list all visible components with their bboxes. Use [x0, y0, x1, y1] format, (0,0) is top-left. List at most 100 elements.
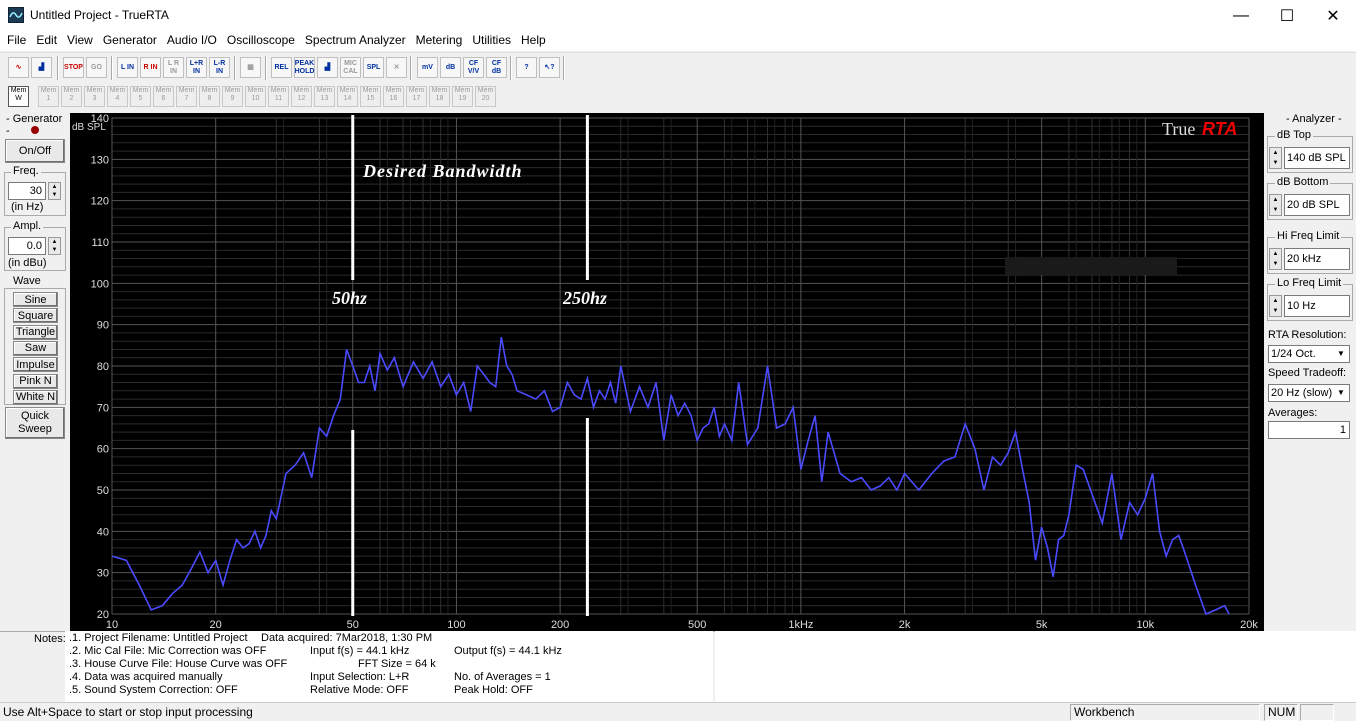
- toolbar-separator: [510, 56, 512, 80]
- spectrum-graph[interactable]: 140 130 120 110 100 90 80 70 60 50 40 30 20 dB SPL 10 2…: [70, 113, 1264, 631]
- mem-prefix: Mem: [40, 87, 57, 94]
- cancel-x-icon[interactable]: ✕: [386, 57, 407, 78]
- averages-input[interactable]: 1: [1268, 421, 1350, 439]
- notes-text-area[interactable]: .1. Project Filename: Untitled Project .2…: [65, 631, 713, 702]
- spin-down-icon[interactable]: ▼: [1273, 261, 1279, 267]
- l-r-in-button[interactable]: L R IN: [163, 57, 184, 78]
- mem-slot-10-button[interactable]: Mem 10: [245, 86, 266, 107]
- spin-up-icon[interactable]: ▲: [1273, 298, 1279, 304]
- spin-up-icon[interactable]: ▲: [52, 184, 58, 190]
- spin-down-icon[interactable]: ▼: [1273, 160, 1279, 166]
- right-in-button[interactable]: R IN: [140, 57, 161, 78]
- mem-slot-13-button[interactable]: Mem 13: [314, 86, 335, 107]
- mem-slot-8-button[interactable]: Mem 8: [199, 86, 220, 107]
- go-icon[interactable]: GO: [86, 57, 107, 78]
- spin-down-icon[interactable]: ▼: [52, 192, 58, 198]
- wave-impulse-button[interactable]: Impulse: [13, 357, 58, 373]
- mem-slot-9-button[interactable]: Mem 9: [222, 86, 243, 107]
- menu-spectrum-analyzer[interactable]: Spectrum Analyzer: [301, 31, 412, 51]
- mem-slot-20-button[interactable]: Mem 20: [475, 86, 496, 107]
- menu-edit[interactable]: Edit: [32, 31, 63, 51]
- mem-slot-7-button[interactable]: Mem 7: [176, 86, 197, 107]
- spin-up-icon[interactable]: ▲: [1273, 150, 1279, 156]
- spectrum-bars-icon[interactable]: ▟: [31, 57, 52, 78]
- wave-sine-button[interactable]: Sine: [13, 292, 58, 307]
- hi-freq-spinner[interactable]: ▲ ▼: [1269, 248, 1282, 270]
- wave-square-button[interactable]: Square: [13, 308, 58, 324]
- mem-slot-15-button[interactable]: Mem 15: [360, 86, 381, 107]
- spin-down-icon[interactable]: ▼: [1273, 207, 1279, 213]
- db-button[interactable]: dB: [440, 57, 461, 78]
- maximize-button[interactable]: ☐: [1264, 0, 1310, 31]
- mem-slot-label: 5: [138, 95, 143, 102]
- mem-slot-4-button[interactable]: Mem 4: [107, 86, 128, 107]
- spectrum-bar-icon[interactable]: ▟: [317, 57, 338, 78]
- freq-spinner[interactable]: ▲ ▼: [48, 182, 61, 200]
- menu-metering[interactable]: Metering: [412, 31, 469, 51]
- spin-up-icon[interactable]: ▲: [1273, 197, 1279, 203]
- spin-down-icon[interactable]: ▼: [1273, 308, 1279, 314]
- menu-oscilloscope[interactable]: Oscilloscope: [223, 31, 301, 51]
- spin-down-icon[interactable]: ▼: [52, 247, 58, 253]
- db-bottom-spinner[interactable]: ▲ ▼: [1269, 194, 1282, 216]
- mem-slot-17-button[interactable]: Mem 17: [406, 86, 427, 107]
- left-in-button[interactable]: L IN: [117, 57, 138, 78]
- mem-slot-16-button[interactable]: Mem 16: [383, 86, 404, 107]
- close-button[interactable]: ✕: [1310, 0, 1356, 31]
- minimize-button[interactable]: —: [1218, 0, 1264, 31]
- menu-view[interactable]: View: [63, 31, 99, 51]
- mem-slot-14-button[interactable]: Mem 14: [337, 86, 358, 107]
- menu-utilities[interactable]: Utilities: [468, 31, 517, 51]
- mem-slot-2-button[interactable]: Mem 2: [61, 86, 82, 107]
- speed-tradeoff-select[interactable]: 20 Hz (slow) ▼: [1268, 384, 1350, 402]
- mem-slot-18-button[interactable]: Mem 18: [429, 86, 450, 107]
- spl-button[interactable]: SPL: [363, 57, 384, 78]
- mem-slot-11-button[interactable]: Mem 11: [268, 86, 289, 107]
- cf-vv-button[interactable]: CF V/V: [463, 57, 484, 78]
- mem-slot-label: 7: [184, 95, 189, 102]
- quick-sweep-button[interactable]: Quick Sweep: [5, 407, 65, 439]
- menu-file[interactable]: File: [3, 31, 32, 51]
- rel-button[interactable]: REL: [271, 57, 292, 78]
- mem-slot-12-button[interactable]: Mem 12: [291, 86, 312, 107]
- cf-db-button[interactable]: CF dB: [486, 57, 507, 78]
- ampl-input[interactable]: 0.0: [8, 237, 46, 255]
- mem-working-button[interactable]: Mem W: [8, 86, 29, 107]
- menu-audio-i-o[interactable]: Audio I/O: [163, 31, 223, 51]
- mem-slot-5-button[interactable]: Mem 5: [130, 86, 151, 107]
- context-help-icon[interactable]: ↖?: [539, 57, 560, 78]
- spin-up-icon[interactable]: ▲: [1273, 251, 1279, 257]
- freq-input[interactable]: 30: [8, 182, 46, 200]
- hi-freq-label: Hi Freq Limit: [1275, 230, 1342, 242]
- mem-slot-19-button[interactable]: Mem 19: [452, 86, 473, 107]
- wave-pink-n-button[interactable]: Pink N: [13, 373, 58, 389]
- peak-hold-button[interactable]: PEAK HOLD: [294, 57, 315, 78]
- wave-triangle-button[interactable]: Triangle: [13, 324, 58, 340]
- l-minus-r-in-button[interactable]: L-R IN: [209, 57, 230, 78]
- db-bottom-field[interactable]: 20 dB SPL: [1284, 194, 1350, 216]
- mv-button[interactable]: mV: [417, 57, 438, 78]
- lo-freq-field[interactable]: 10 Hz: [1284, 295, 1350, 317]
- l-plus-r-in-button[interactable]: L+R IN: [186, 57, 207, 78]
- sine-wave-icon[interactable]: ∿: [8, 57, 29, 78]
- mic-cal-button[interactable]: MIC CAL: [340, 57, 361, 78]
- rta-resolution-select[interactable]: 1/24 Oct. ▼: [1268, 345, 1350, 363]
- menu-generator[interactable]: Generator: [99, 31, 163, 51]
- lo-freq-spinner[interactable]: ▲ ▼: [1269, 295, 1282, 317]
- wave-saw-button[interactable]: Saw: [13, 340, 58, 356]
- spin-up-icon[interactable]: ▲: [52, 239, 58, 245]
- mem-slot-3-button[interactable]: Mem 3: [84, 86, 105, 107]
- wave-white-n-button[interactable]: White N: [13, 389, 58, 405]
- menu-help[interactable]: Help: [517, 31, 552, 51]
- mem-slot-1-button[interactable]: Mem 1: [38, 86, 59, 107]
- generator-on-off-button[interactable]: On/Off: [5, 139, 65, 163]
- db-top-field[interactable]: 140 dB SPL: [1284, 147, 1350, 169]
- ampl-spinner[interactable]: ▲ ▼: [48, 237, 61, 255]
- db-top-spinner[interactable]: ▲ ▼: [1269, 147, 1282, 169]
- hi-freq-field[interactable]: 20 kHz: [1284, 248, 1350, 270]
- mem-slot-6-button[interactable]: Mem 6: [153, 86, 174, 107]
- grid-icon[interactable]: ▦: [240, 57, 261, 78]
- stop-icon[interactable]: STOP: [63, 57, 84, 78]
- mem-prefix: Mem: [408, 87, 425, 94]
- help-icon[interactable]: ?: [516, 57, 537, 78]
